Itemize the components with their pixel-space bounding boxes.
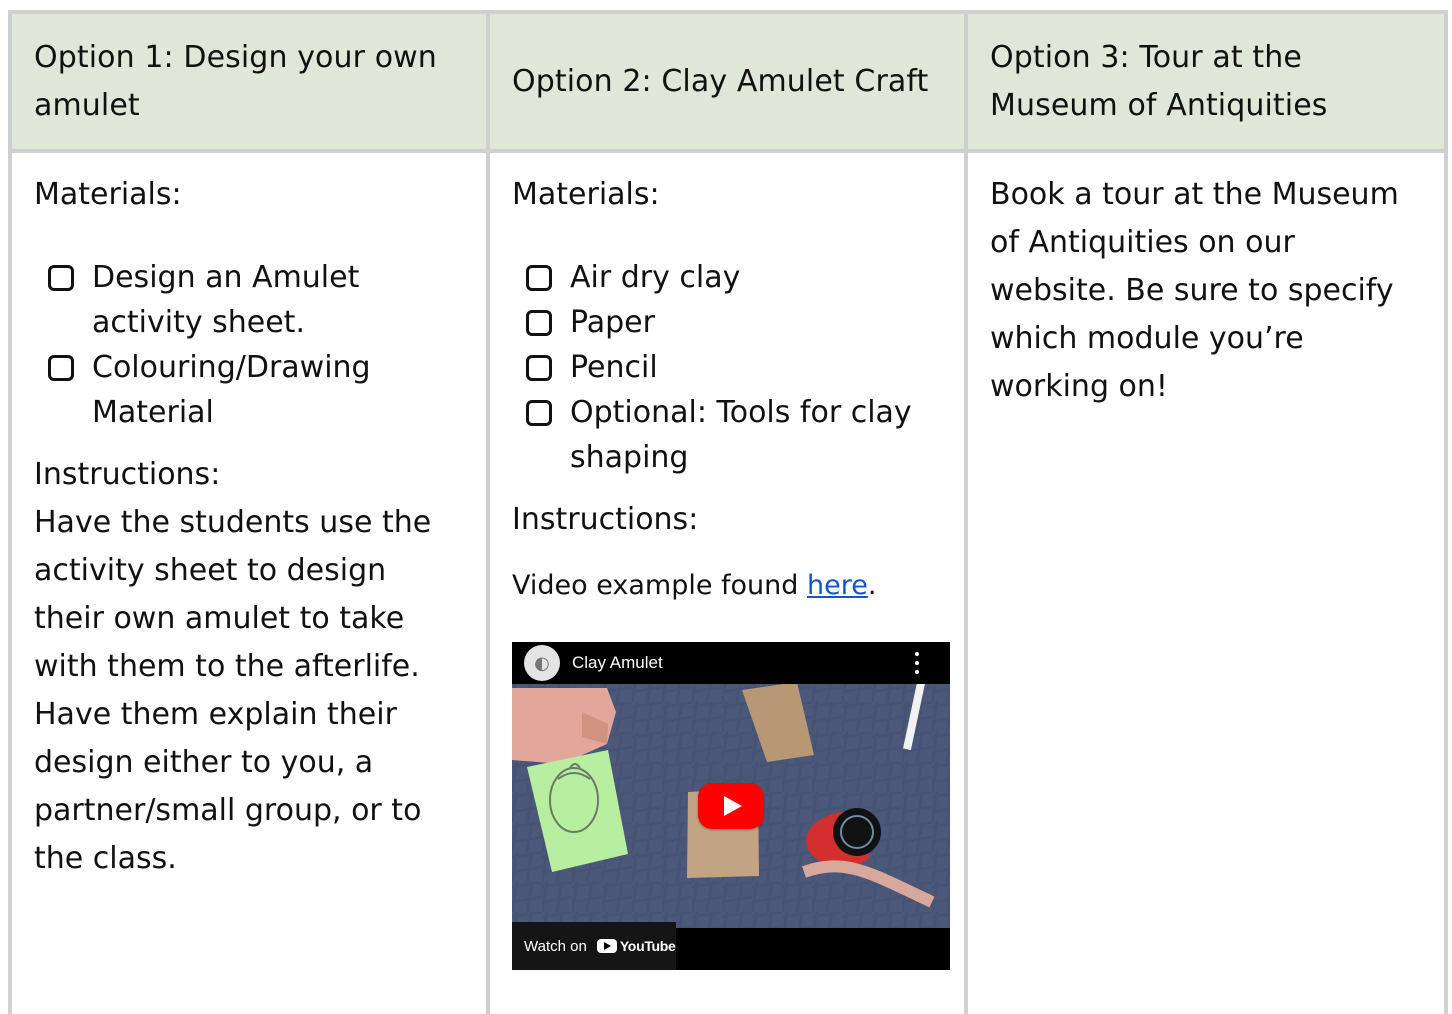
- checklist-item: Air dry clay: [526, 255, 942, 300]
- checklist-item-label: Optional: Tools for clay shaping: [570, 395, 912, 475]
- checkbox-icon[interactable]: [48, 355, 74, 381]
- checklist-item: Paper: [526, 300, 942, 345]
- channel-avatar-icon[interactable]: ◐: [524, 645, 560, 681]
- youtube-logo: YouTube: [596, 938, 676, 954]
- option-2-content: Materials: Air dry clay Paper Pencil Opt…: [490, 153, 968, 1014]
- checklist-item-label: Pencil: [570, 350, 658, 385]
- materials-checklist: Design an Amulet activity sheet. Colouri…: [48, 255, 464, 435]
- checkbox-icon[interactable]: [526, 310, 552, 336]
- instructions-label: Instructions:: [512, 502, 699, 537]
- youtube-play-icon: [596, 939, 617, 953]
- instructions-label: Instructions:: [34, 457, 221, 492]
- tour-booking-text: Book a tour at the Museum of Antiquities…: [990, 177, 1409, 404]
- checkbox-icon[interactable]: [526, 355, 552, 381]
- checkbox-icon[interactable]: [526, 400, 552, 426]
- header-option-3: Option 3: Tour at the Museum of Antiquit…: [968, 14, 1444, 153]
- video-top-bar: ◐ Clay Amulet: [512, 642, 950, 684]
- youtube-video-embed[interactable]: ◐ Clay Amulet Watch on YouTube: [512, 642, 950, 970]
- checklist-item-label: Paper: [570, 305, 655, 340]
- watch-on-youtube-button[interactable]: Watch on YouTube: [512, 922, 676, 970]
- header-option-1: Option 1: Design your own amulet: [12, 14, 490, 153]
- video-example-link[interactable]: here: [807, 570, 868, 601]
- materials-checklist: Air dry clay Paper Pencil Optional: Tool…: [526, 255, 942, 480]
- header-option-1-text: Option 1: Design your own amulet: [34, 39, 437, 123]
- option-1-content: Materials: Design an Amulet activity she…: [12, 153, 490, 1014]
- youtube-brand-text: YouTube: [619, 938, 676, 954]
- checklist-item-label: Air dry clay: [570, 260, 741, 295]
- checklist-item: Pencil: [526, 345, 942, 390]
- instructions-text: Have the students use the activity sheet…: [34, 505, 441, 876]
- header-option-2: Option 2: Clay Amulet Craft: [490, 14, 968, 153]
- checklist-item-label: Colouring/Drawing Material: [92, 350, 371, 430]
- checklist-item: Design an Amulet activity sheet.: [48, 255, 464, 345]
- checklist-item: Colouring/Drawing Material: [48, 345, 464, 435]
- watch-on-text: Watch on: [524, 937, 587, 955]
- video-title[interactable]: Clay Amulet: [572, 653, 663, 673]
- header-option-3-text: Option 3: Tour at the Museum of Antiquit…: [990, 39, 1328, 123]
- checkbox-icon[interactable]: [526, 265, 552, 291]
- video-example-line: Video example found here.: [512, 566, 942, 606]
- play-button[interactable]: [698, 783, 764, 829]
- more-options-icon[interactable]: [914, 652, 920, 674]
- activity-options-table: Option 1: Design your own amulet Option …: [8, 10, 1448, 1014]
- checklist-item: Optional: Tools for clay shaping: [526, 390, 942, 480]
- materials-label: Materials:: [512, 177, 660, 212]
- header-option-2-text: Option 2: Clay Amulet Craft: [512, 63, 929, 99]
- checklist-item-label: Design an Amulet activity sheet.: [92, 260, 360, 340]
- video-example-suffix: .: [867, 570, 877, 601]
- option-3-content: Book a tour at the Museum of Antiquities…: [968, 153, 1444, 1014]
- materials-label: Materials:: [34, 177, 182, 212]
- video-example-prefix: Video example found: [512, 570, 807, 601]
- checkbox-icon[interactable]: [48, 265, 74, 291]
